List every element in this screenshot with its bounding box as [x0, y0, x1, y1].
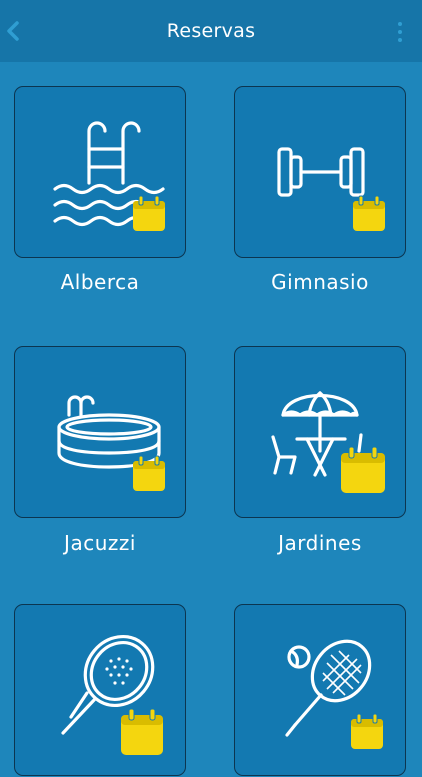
calendar-icon: [133, 455, 165, 491]
padel-racket-icon: [61, 634, 163, 755]
page-title: Reservas: [166, 20, 256, 42]
calendar-icon: [351, 713, 383, 749]
facility-card-padel[interactable]: [14, 604, 186, 776]
jacuzzi-icon: [57, 395, 165, 491]
calendar-icon: [121, 708, 163, 755]
facility-label-jardines: Jardines: [278, 531, 362, 555]
tennis-racket-icon: [285, 639, 383, 749]
top-bar: Reservas: [0, 0, 422, 62]
garden-umbrella-icon: [271, 391, 385, 493]
facility-label-jacuzzi: Jacuzzi: [64, 531, 136, 555]
facility-label-alberca: Alberca: [60, 270, 140, 294]
facility-card-jacuzzi[interactable]: [14, 346, 186, 518]
dumbbell-icon: [277, 147, 385, 231]
more-options-button[interactable]: [392, 18, 408, 46]
facility-card-gimnasio[interactable]: [234, 86, 406, 258]
facility-label-gimnasio: Gimnasio: [271, 270, 369, 294]
facility-card-alberca[interactable]: [14, 86, 186, 258]
calendar-icon: [133, 195, 165, 231]
pool-ladder-icon: [53, 121, 165, 231]
facility-card-jardines[interactable]: [234, 346, 406, 518]
more-vertical-icon: [398, 22, 402, 26]
calendar-icon: [341, 446, 385, 493]
facility-card-tennis[interactable]: [234, 604, 406, 776]
calendar-icon: [353, 195, 385, 231]
